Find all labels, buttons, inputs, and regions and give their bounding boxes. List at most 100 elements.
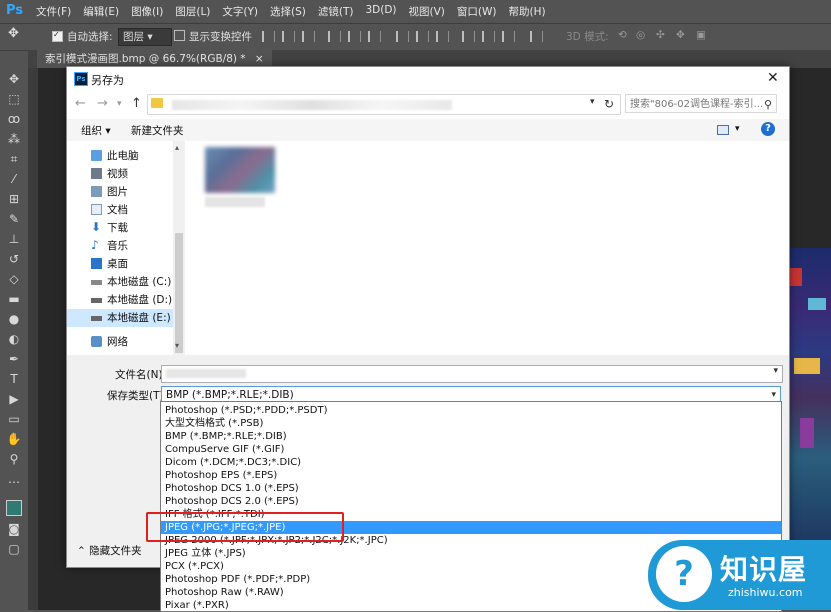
nav-item-network[interactable]: 网络 <box>67 333 173 351</box>
forward-arrow-icon[interactable]: → <box>97 96 108 111</box>
dropdown-item[interactable]: Photoshop EPS (*.EPS) <box>161 469 781 482</box>
foreground-color-swatch[interactable] <box>6 500 22 516</box>
nav-item-drive-d[interactable]: 本地磁盘 (D:) <box>67 291 173 309</box>
nav-item-videos[interactable]: 视频 <box>67 165 173 183</box>
zoom-tool-icon[interactable]: ⚲ <box>6 452 22 466</box>
align-center-icon[interactable] <box>282 31 295 42</box>
menu-window[interactable]: 窗口(W) <box>457 4 497 19</box>
align-bottom-icon[interactable] <box>368 31 381 42</box>
nav-item-music[interactable]: ♪ 音乐 <box>67 237 173 255</box>
distribute-left-icon[interactable] <box>462 31 475 42</box>
nav-item-this-pc[interactable]: 此电脑 <box>67 147 173 165</box>
screen-mode-icon[interactable]: ▢ <box>6 542 22 556</box>
menu-filter[interactable]: 滤镜(T) <box>318 4 354 19</box>
file-thumbnail[interactable] <box>205 147 275 193</box>
clone-stamp-tool-icon[interactable]: ⊥ <box>6 232 22 246</box>
nav-item-drive-c[interactable]: 本地磁盘 (C:) <box>67 273 173 291</box>
gradient-tool-icon[interactable]: ▬ <box>6 292 22 306</box>
auto-align-icon[interactable] <box>530 31 543 42</box>
type-tool-icon[interactable]: T <box>6 372 22 386</box>
view-options-chevron-icon[interactable]: ▾ <box>735 124 740 134</box>
close-tab-icon[interactable]: × <box>255 53 264 65</box>
slide-3d-icon[interactable]: ✥ <box>676 29 685 41</box>
scroll-up-chevron-icon[interactable]: ▴ <box>175 143 179 152</box>
quick-mask-icon[interactable]: ◙ <box>6 522 22 536</box>
refresh-icon[interactable]: ↻ <box>604 97 614 111</box>
filetype-select[interactable]: BMP (*.BMP;*.RLE;*.DIB) ▾ <box>161 386 781 402</box>
distribute-bottom-icon[interactable] <box>436 31 449 42</box>
dropdown-item[interactable]: Photoshop DCS 2.0 (*.EPS) <box>161 495 781 508</box>
brush-tool-icon[interactable]: ✎ <box>6 212 22 226</box>
dropdown-item[interactable]: BMP (*.BMP;*.RLE;*.DIB) <box>161 430 781 443</box>
marquee-tool-icon[interactable]: ⬚ <box>6 92 22 106</box>
nav-item-downloads[interactable]: ⬇ 下载 <box>67 219 173 237</box>
nav-item-pictures[interactable]: 图片 <box>67 183 173 201</box>
filename-input[interactable]: ▾ <box>161 365 783 383</box>
path-dropdown-chevron-icon[interactable]: ▾ <box>590 97 595 107</box>
scale-3d-icon[interactable]: ▣ <box>696 29 706 41</box>
lasso-tool-icon[interactable]: ꝏ <box>6 112 22 126</box>
back-arrow-icon[interactable]: ← <box>75 96 86 111</box>
menu-file[interactable]: 文件(F) <box>36 4 71 19</box>
align-top-icon[interactable] <box>328 31 341 42</box>
recent-locations-chevron-icon[interactable]: ▾ <box>117 99 122 109</box>
dropdown-item[interactable]: 大型文档格式 (*.PSB) <box>161 417 781 430</box>
nav-item-desktop[interactable]: 桌面 <box>67 255 173 273</box>
nav-item-documents[interactable]: 文档 <box>67 201 173 219</box>
more-tools-icon[interactable]: … <box>6 472 22 486</box>
shape-tool-icon[interactable]: ▭ <box>6 412 22 426</box>
menu-select[interactable]: 选择(S) <box>270 4 306 19</box>
menu-3d[interactable]: 3D(D) <box>365 4 396 19</box>
move-tool-icon[interactable]: ✥ <box>6 72 22 86</box>
dropdown-item[interactable]: CompuServe GIF (*.GIF) <box>161 443 781 456</box>
quick-select-tool-icon[interactable]: ⁂ <box>6 132 22 146</box>
auto-select-checkbox[interactable]: 自动选择: <box>52 29 113 44</box>
eyedropper-tool-icon[interactable]: ⁄ <box>6 172 22 186</box>
distribute-middle-icon[interactable] <box>416 31 429 42</box>
search-input[interactable]: 搜索"806-02调色课程-索引... ⚲ <box>625 94 777 113</box>
auto-select-target-select[interactable]: 图层 ▾ <box>118 28 172 46</box>
move-icon[interactable]: ✥ <box>8 26 19 41</box>
filename-chevron-icon[interactable]: ▾ <box>773 366 778 376</box>
healing-tool-icon[interactable]: ⊞ <box>6 192 22 206</box>
align-left-icon[interactable] <box>262 31 275 42</box>
history-brush-tool-icon[interactable]: ↺ <box>6 252 22 266</box>
dropdown-item[interactable]: Photoshop (*.PSD;*.PDD;*.PSDT) <box>161 404 781 417</box>
menu-image[interactable]: 图像(I) <box>131 4 163 19</box>
menu-help[interactable]: 帮助(H) <box>509 4 546 19</box>
nav-item-drive-e[interactable]: 本地磁盘 (E:) <box>67 309 173 327</box>
scroll-down-chevron-icon[interactable]: ▾ <box>175 341 179 350</box>
distribute-right-icon[interactable] <box>502 31 515 42</box>
pen-tool-icon[interactable]: ✒ <box>6 352 22 366</box>
blur-tool-icon[interactable]: ● <box>6 312 22 326</box>
hide-folders-button[interactable]: ⌃ 隐藏文件夹 <box>77 543 142 558</box>
drag-3d-icon[interactable]: ✣ <box>656 29 665 41</box>
new-folder-button[interactable]: 新建文件夹 <box>131 123 184 138</box>
dropdown-item[interactable]: Photoshop DCS 1.0 (*.EPS) <box>161 482 781 495</box>
path-field[interactable]: ▾ ↻ <box>147 94 621 115</box>
path-select-tool-icon[interactable]: ▶ <box>6 392 22 406</box>
dropdown-item[interactable]: Dicom (*.DCM;*.DC3;*.DIC) <box>161 456 781 469</box>
eraser-tool-icon[interactable]: ◇ <box>6 272 22 286</box>
organize-button[interactable]: 组织 ▾ <box>81 123 111 138</box>
crop-tool-icon[interactable]: ⌗ <box>6 152 22 166</box>
distribute-top-icon[interactable] <box>396 31 409 42</box>
distribute-center-icon[interactable] <box>482 31 495 42</box>
dodge-tool-icon[interactable]: ◐ <box>6 332 22 346</box>
menu-type[interactable]: 文字(Y) <box>222 4 258 19</box>
show-transform-checkbox[interactable]: 显示变换控件 <box>174 29 252 44</box>
menu-edit[interactable]: 编辑(E) <box>83 4 119 19</box>
help-icon[interactable]: ? <box>761 122 775 136</box>
rotate-3d-icon[interactable]: ⟲ <box>618 29 627 41</box>
roll-3d-icon[interactable]: ◎ <box>636 29 645 41</box>
up-arrow-icon[interactable]: ↑ <box>131 96 142 111</box>
align-right-icon[interactable] <box>302 31 315 42</box>
hand-tool-icon[interactable]: ✋ <box>6 432 22 446</box>
navigation-scrollbar[interactable]: ▴ ▾ <box>173 141 185 355</box>
close-icon[interactable]: ✕ <box>767 70 779 86</box>
menu-layer[interactable]: 图层(L) <box>175 4 210 19</box>
menu-view[interactable]: 视图(V) <box>409 4 445 19</box>
align-middle-icon[interactable] <box>348 31 361 42</box>
view-options-icon[interactable] <box>717 125 729 135</box>
scrollbar-thumb[interactable] <box>175 233 183 353</box>
